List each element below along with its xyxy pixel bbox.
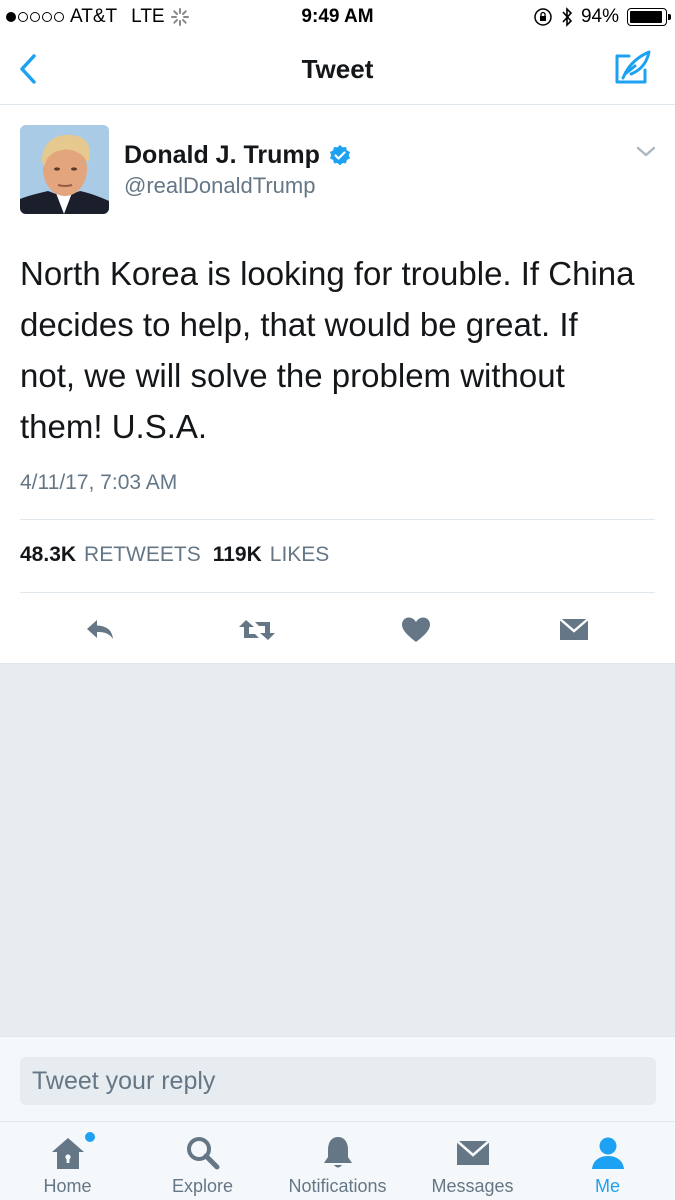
tweet-actions [0,610,675,650]
tweet-text: North Korea is looking for trouble. If C… [20,255,635,445]
tab-messages[interactable]: Messages [405,1134,540,1197]
reply-input[interactable]: Tweet your reply [20,1057,656,1105]
compose-tweet-button[interactable] [613,48,653,88]
retweets-label[interactable]: RETWEETS [84,543,201,567]
author-name-row[interactable]: Donald J. Trump [124,141,352,170]
tab-label: Explore [171,1176,234,1196]
direct-message-icon [559,618,589,640]
retweet-button[interactable] [237,610,277,650]
compose-feather-icon [615,50,651,84]
notification-dot [85,1132,95,1142]
tweet-stats: 48.3K RETWEETS 119K LIKES [20,543,333,567]
tab-label: Notifications [288,1176,387,1196]
display-name[interactable]: Donald J. Trump [124,141,320,170]
rotation-lock-icon [534,8,552,26]
reply-icon [87,620,113,639]
retweets-count[interactable]: 48.3K [20,543,76,567]
tab-label: Home [43,1176,92,1196]
like-button[interactable] [396,610,436,650]
nav-bar: Tweet [0,34,675,105]
chevron-down-icon [636,146,656,157]
divider [20,519,655,520]
avatar[interactable] [20,125,109,214]
page-title: Tweet [301,54,374,84]
likes-label[interactable]: LIKES [270,543,330,567]
tab-label: Messages [431,1176,514,1196]
tweet-detail: Donald J. Trump @realDonaldTrump North K… [0,105,675,664]
bell-icon [323,1137,352,1168]
divider [20,592,655,593]
retweet-icon [239,620,275,640]
reply-button[interactable] [80,610,120,650]
user-handle[interactable]: @realDonaldTrump [124,173,315,199]
tab-home[interactable]: Home [0,1132,135,1197]
direct-message-button[interactable] [554,610,594,650]
home-icon [51,1138,84,1169]
search-icon [186,1137,219,1170]
battery-level [630,11,662,23]
tab-label: Me [594,1176,620,1196]
battery-percent: 94% [580,6,619,27]
envelope-icon [455,1140,490,1165]
person-icon [591,1137,624,1169]
tab-me[interactable]: Me [540,1134,675,1197]
tab-explore[interactable]: Explore [135,1134,270,1197]
heart-icon [402,617,430,642]
profile-photo [20,125,109,214]
bluetooth-icon [562,7,573,27]
tab-bar: Home Explore Notifications Messages Me [0,1121,675,1200]
tweet-timestamp: 4/11/17, 7:03 AM [20,471,178,494]
status-right: 94% [533,6,671,28]
battery-icon [627,8,671,26]
tab-notifications[interactable]: Notifications [270,1134,405,1197]
reply-composer: Tweet your reply [0,1036,675,1121]
verified-badge-icon [329,144,350,165]
likes-count[interactable]: 119K [213,543,262,567]
status-bar: AT&T LTE 9:49 AM 94% [0,0,675,34]
tweet-options-button[interactable] [635,145,657,159]
